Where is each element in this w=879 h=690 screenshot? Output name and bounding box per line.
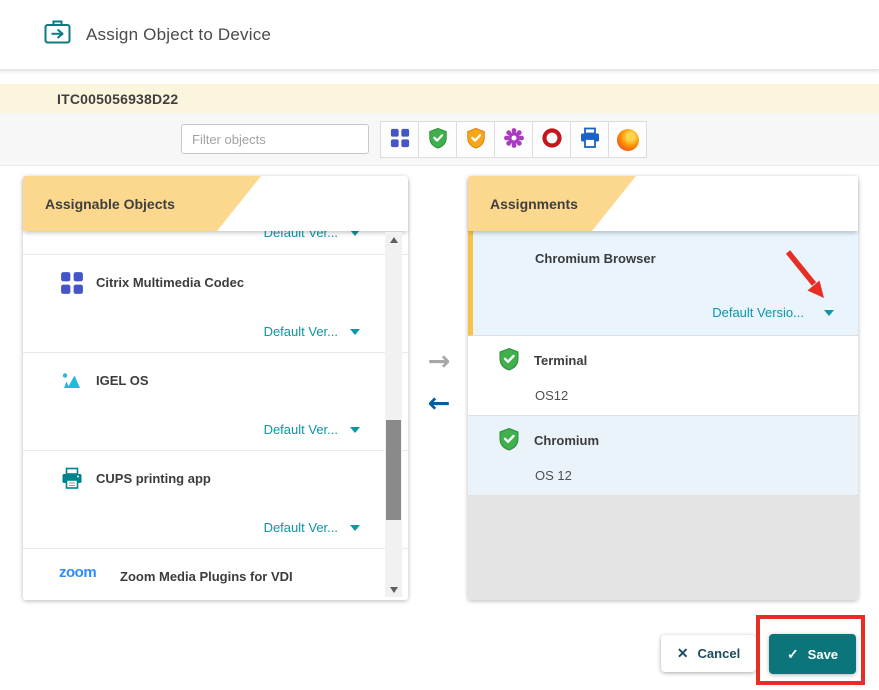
assignable-objects-header: Assignable Objects xyxy=(23,176,408,231)
dialog-titlebar: Assign Object to Device xyxy=(0,0,879,70)
chevron-down-icon xyxy=(350,231,360,236)
list-item-igel-os[interactable]: IGEL OS Default Ver... xyxy=(23,353,408,451)
object-type-filter-group xyxy=(380,121,647,158)
assignment-version-text: OS 12 xyxy=(535,468,572,483)
scroll-up-button[interactable] xyxy=(385,232,402,247)
check-icon: ✓ xyxy=(787,646,799,663)
version-label: Default Ver... xyxy=(264,520,338,535)
filter-opera-ring-button[interactable] xyxy=(532,121,571,158)
save-button[interactable]: ✓ Save xyxy=(769,634,856,674)
device-bar: ITC005056938D22 xyxy=(0,84,879,113)
version-label: Default Ver... xyxy=(264,422,338,437)
filter-apps-button[interactable] xyxy=(380,121,419,158)
version-dropdown[interactable]: Default Ver... xyxy=(264,422,360,437)
save-button-label: Save xyxy=(808,647,838,662)
arrow-up-icon xyxy=(390,237,398,243)
version-label: Default Ver... xyxy=(264,231,338,240)
assignment-version-text: OS12 xyxy=(535,388,568,403)
shield-check-green-icon xyxy=(497,347,521,371)
assign-object-icon xyxy=(44,20,71,49)
filter-browser-button[interactable] xyxy=(608,121,647,158)
apps-grid-icon xyxy=(60,271,84,295)
assignment-item-terminal[interactable]: Terminal OS12 xyxy=(468,336,858,416)
igel-logo-icon xyxy=(60,369,84,393)
object-label: CUPS printing app xyxy=(96,471,211,486)
filter-toolbar xyxy=(0,113,879,166)
transfer-controls: → ← xyxy=(416,348,462,418)
dialog-title: Assign Object to Device xyxy=(86,25,271,45)
scrollbar-thumb[interactable] xyxy=(386,420,401,520)
arrow-right-icon: → xyxy=(428,346,451,377)
assignment-label: Terminal xyxy=(534,353,587,368)
assignments-header: Assignments xyxy=(468,176,858,231)
filter-objects-input[interactable] xyxy=(181,124,369,154)
ring-red-icon xyxy=(541,127,563,152)
version-label: Default Versio... xyxy=(712,305,804,320)
assignable-objects-tab: Assignable Objects xyxy=(23,176,261,231)
arrow-left-icon: ← xyxy=(428,388,451,419)
list-item-partial[interactable]: Default Ver... xyxy=(23,231,408,255)
filter-master-profiles-button[interactable] xyxy=(456,121,495,158)
version-dropdown[interactable]: Default Ver... xyxy=(264,520,360,535)
version-label: Default Ver... xyxy=(264,324,338,339)
chevron-down-icon xyxy=(350,329,360,335)
shield-check-green-icon xyxy=(427,127,449,152)
shield-orange-icon xyxy=(465,127,487,152)
list-item-citrix-multimedia-codec[interactable]: Citrix Multimedia Codec Default Ver... xyxy=(23,255,408,353)
cancel-button-label: Cancel xyxy=(698,646,741,661)
object-label: Zoom Media Plugins for VDI xyxy=(120,569,293,584)
filter-profiles-button[interactable] xyxy=(418,121,457,158)
assignment-item-chromium-browser[interactable]: Chromium Browser Default Versio... xyxy=(468,231,858,336)
shield-check-green-icon xyxy=(497,427,521,451)
object-label: IGEL OS xyxy=(96,373,149,388)
unassign-left-arrow-button[interactable]: ← xyxy=(428,390,451,418)
printer-blue-icon xyxy=(579,127,601,152)
object-label: Citrix Multimedia Codec xyxy=(96,275,244,290)
chevron-down-icon xyxy=(350,427,360,433)
list-item-cups-printing-app[interactable]: CUPS printing app Default Ver... xyxy=(23,451,408,549)
assign-right-arrow-button[interactable]: → xyxy=(428,348,451,376)
assignment-label: Chromium xyxy=(534,433,599,448)
cancel-button[interactable]: ✕ Cancel xyxy=(661,635,756,672)
chevron-down-icon xyxy=(350,525,360,531)
assign-object-to-device-dialog: Assign Object to Device ITC005056938D22 xyxy=(0,0,879,690)
assignments-panel: Assignments Chromium Browser Default Ver… xyxy=(468,176,858,600)
vertical-scrollbar[interactable] xyxy=(385,232,402,597)
assignment-item-chromium[interactable]: Chromium OS 12 xyxy=(468,416,858,496)
scroll-down-button[interactable] xyxy=(385,582,402,597)
arrow-down-icon xyxy=(390,587,398,593)
zoom-wordmark-icon: zoom xyxy=(59,564,96,581)
assignable-objects-panel: Assignable Objects Default Ver... xyxy=(23,176,408,600)
printer-teal-icon xyxy=(60,467,84,491)
device-name: ITC005056938D22 xyxy=(57,91,178,107)
gear-flower-purple-icon xyxy=(503,127,525,152)
close-icon: ✕ xyxy=(677,645,689,662)
assignments-tab: Assignments xyxy=(468,176,636,231)
assignment-label: Chromium Browser xyxy=(535,251,656,266)
list-item-zoom-media-plugins[interactable]: zoom Zoom Media Plugins for VDI xyxy=(23,549,408,600)
chevron-down-icon xyxy=(824,310,834,316)
version-dropdown[interactable]: Default Versio... xyxy=(712,305,834,320)
assignments-list: Chromium Browser Default Versio... Termi… xyxy=(468,231,858,600)
filter-custom-partition-button[interactable] xyxy=(494,121,533,158)
assignable-objects-list: Default Ver... Citrix Multimedia Codec D… xyxy=(23,231,408,600)
version-dropdown[interactable]: Default Ver... xyxy=(264,231,360,240)
version-dropdown[interactable]: Default Ver... xyxy=(264,324,360,339)
apps-grid-icon xyxy=(390,128,410,151)
browser-swirl-icon xyxy=(617,129,639,151)
filter-printer-button[interactable] xyxy=(570,121,609,158)
